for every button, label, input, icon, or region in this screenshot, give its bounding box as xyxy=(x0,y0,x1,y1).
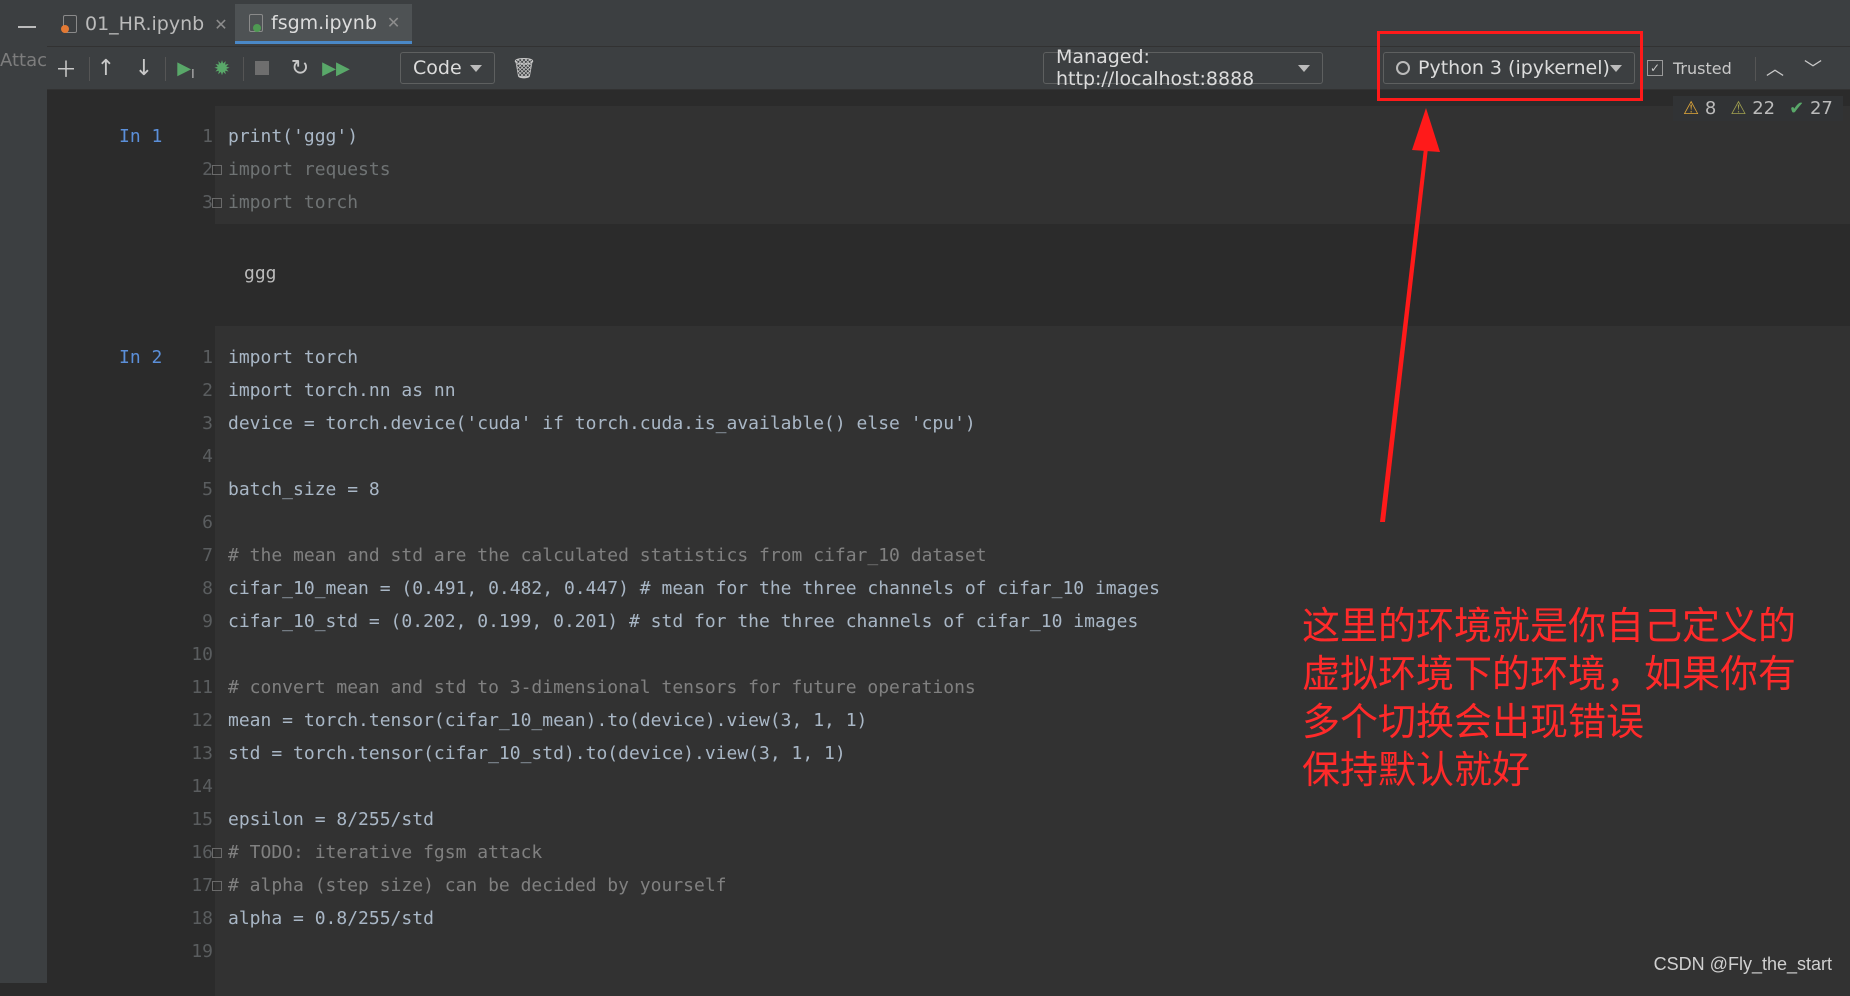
code-line: alpha = 0.8/255/std xyxy=(228,908,434,929)
tab-fsgm[interactable]: fsgm.ipynb ✕ xyxy=(235,4,413,44)
close-icon[interactable]: ✕ xyxy=(387,13,400,32)
tab-01-hr[interactable]: 01_HR.ipynb ✕ xyxy=(61,4,228,44)
code-line: # the mean and std are the calculated st… xyxy=(228,545,987,566)
tab-label: 01_HR.ipynb xyxy=(85,13,205,35)
code-line: std = torch.tensor(cifar_10_std).to(devi… xyxy=(228,743,846,764)
run-cell-icon[interactable]: ▶ I xyxy=(169,53,203,83)
code-line: print('ggg') xyxy=(228,126,359,147)
notebook-file-icon xyxy=(61,15,77,33)
checkbox-icon[interactable]: ✓ xyxy=(1647,60,1663,76)
tab-label: fsgm.ipynb xyxy=(271,11,377,34)
code-line: import requests xyxy=(228,159,391,180)
line-number: 12 xyxy=(191,710,213,731)
line-number: 11 xyxy=(191,677,213,698)
line-number: 2 xyxy=(202,380,213,401)
code-line: # TODO: iterative fgsm attack xyxy=(228,842,543,863)
code-line: # alpha (step size) can be decided by yo… xyxy=(228,875,727,896)
close-icon[interactable]: ✕ xyxy=(214,15,227,34)
check-icon: ✔ xyxy=(1789,98,1805,119)
notebook-file-icon xyxy=(247,13,263,32)
cell-type-value: Code xyxy=(413,57,462,79)
code-line: mean = torch.tensor(cifar_10_mean).to(de… xyxy=(228,710,868,731)
code-line: import torch xyxy=(228,192,359,213)
output-area xyxy=(215,224,1850,316)
line-number: 1 xyxy=(202,347,213,368)
cell-output: ggg xyxy=(244,263,277,284)
code-cell[interactable] xyxy=(215,106,1850,224)
line-number: 6 xyxy=(202,512,213,533)
watermark: CSDN @Fly_the_start xyxy=(1653,954,1832,974)
cell-type-select[interactable]: Code xyxy=(400,52,495,84)
code-line: import torch.nn as nn xyxy=(228,380,456,401)
trusted-label: Trusted xyxy=(1673,58,1732,78)
delete-cell-icon[interactable]: 🗑 xyxy=(509,53,539,83)
trusted-toggle[interactable]: ✓ Trusted xyxy=(1647,53,1747,83)
line-number: 14 xyxy=(191,776,213,797)
annotation-highlight-box xyxy=(1377,31,1643,101)
ok-count: ✔ 27 xyxy=(1789,98,1833,119)
code-line: cifar_10_std = (0.202, 0.199, 0.201) # s… xyxy=(228,611,1139,632)
code-line: batch_size = 8 xyxy=(228,479,380,500)
line-number: 13 xyxy=(191,743,213,764)
line-number: 3 xyxy=(202,413,213,434)
warning-count: ⚠ 8 xyxy=(1683,98,1717,119)
line-number: 9 xyxy=(202,611,213,632)
cell-execution-label: In 2 xyxy=(119,347,163,368)
chevron-down-icon xyxy=(470,64,482,72)
fold-marker-icon[interactable] xyxy=(212,165,222,175)
annotation-text: 这里的环境就是你自己定义的 虚拟环境下的环境，如果你有 多个切换会出现错误 保持… xyxy=(1302,604,1797,792)
line-number: 15 xyxy=(191,809,213,830)
code-line: import torch xyxy=(228,347,359,368)
line-number: 18 xyxy=(191,908,213,929)
stop-icon[interactable] xyxy=(247,53,277,83)
code-line: epsilon = 8/255/std xyxy=(228,809,434,830)
run-all-icon[interactable]: ▶▶ xyxy=(321,53,351,83)
inspection-widget[interactable]: ⚠ 8 ⚠ 22 ✔ 27 xyxy=(1673,96,1843,121)
add-cell-icon[interactable]: ＋ xyxy=(51,53,81,83)
line-number: 4 xyxy=(202,446,213,467)
line-number: 16 xyxy=(191,842,213,863)
minimize-icon[interactable] xyxy=(18,26,36,28)
cell-execution-label: In 1 xyxy=(119,126,163,147)
restart-kernel-icon[interactable]: ↻ xyxy=(285,53,315,83)
weak-warning-icon: ⚠ xyxy=(1730,98,1747,119)
fold-marker-icon[interactable] xyxy=(212,881,222,891)
project-tool-rail: Attac xyxy=(0,0,48,983)
line-number: 7 xyxy=(202,545,213,566)
line-number: 19 xyxy=(191,941,213,962)
line-number: 10 xyxy=(191,644,213,665)
move-down-icon[interactable]: ↓ xyxy=(129,53,159,83)
chevron-up-icon[interactable]: ︿ xyxy=(1761,53,1789,83)
notebook-editor: In 1 1 2 3 print('ggg') import requests … xyxy=(47,90,1850,996)
debug-bug-icon[interactable]: ✹ xyxy=(207,53,237,83)
warning-icon: ⚠ xyxy=(1683,98,1700,119)
line-number: 17 xyxy=(191,875,213,896)
code-line: cifar_10_mean = (0.491, 0.482, 0.447) # … xyxy=(228,578,1160,599)
chevron-down-icon[interactable]: ﹀ xyxy=(1799,53,1827,83)
fold-marker-icon[interactable] xyxy=(212,198,222,208)
code-line: device = torch.device('cuda' if torch.cu… xyxy=(228,413,976,434)
chevron-down-icon xyxy=(1298,64,1310,72)
server-value: Managed: http://localhost:8888 xyxy=(1056,46,1255,90)
fold-marker-icon[interactable] xyxy=(212,848,222,858)
rail-label: Attac xyxy=(0,50,47,71)
line-number: 5 xyxy=(202,479,213,500)
code-line: # convert mean and std to 3-dimensional … xyxy=(228,677,976,698)
jupyter-server-select[interactable]: Managed: http://localhost:8888 xyxy=(1043,46,1323,90)
line-number: 8 xyxy=(202,578,213,599)
move-up-icon[interactable]: ↑ xyxy=(91,53,121,83)
weak-warning-count: ⚠ 22 xyxy=(1730,98,1776,119)
